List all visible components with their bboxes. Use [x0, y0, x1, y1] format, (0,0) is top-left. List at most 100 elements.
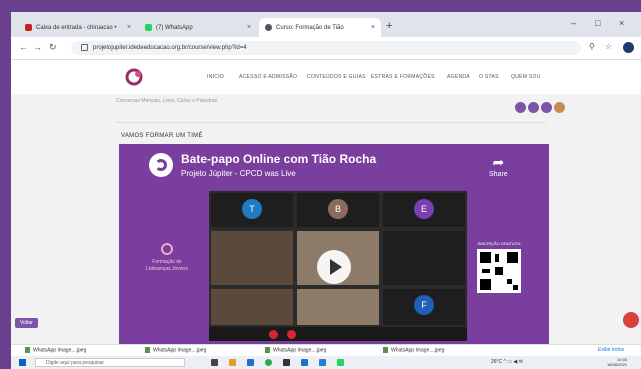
show-all-downloads-link[interactable]: Exibir todos: [598, 347, 624, 353]
forward-arrow-icon[interactable]: →: [33, 42, 42, 52]
mail-icon[interactable]: [301, 359, 308, 366]
tab-course[interactable]: Curso: Formação de Tião ×: [259, 18, 381, 37]
participant-initial: F: [414, 295, 434, 315]
search-placeholder: Digite aqui para pesquisar: [46, 360, 105, 366]
reload-icon[interactable]: ↻: [49, 42, 57, 53]
tab-label: Caixa de entrada - chiruacas •: [36, 24, 117, 31]
course-action-buttons: [515, 102, 565, 113]
participant-tile: E: [383, 193, 465, 227]
close-window-button[interactable]: ×: [619, 18, 624, 28]
camera-off-icon: [287, 330, 296, 339]
image-file-icon: [145, 347, 150, 353]
nav-item-acesso[interactable]: ACESSO E ADMISSÃO: [239, 74, 297, 80]
download-item[interactable]: WhatsApp Image....jpeg: [145, 347, 206, 353]
mic-off-icon: [269, 330, 278, 339]
edge-icon[interactable]: [247, 359, 254, 366]
embedded-video-player[interactable]: Bate-papo Online com Tião Rocha Projeto …: [119, 144, 549, 344]
nav-item-quem-sou[interactable]: QUEM SOU: [511, 74, 541, 80]
taskbar-clock[interactable]: 10:05 18/06/2021: [607, 357, 627, 367]
taskbar-search-box[interactable]: Digite aqui para pesquisar: [35, 358, 185, 367]
system-tray: 26°C ^ ▭ ◀ ✉: [491, 359, 523, 365]
divider: [116, 122, 546, 123]
participant-initial: B: [328, 199, 348, 219]
video-channel-line: Projeto Júpiter - CPCD was Live: [181, 169, 296, 178]
meeting-controls-bar: [209, 327, 467, 341]
maximize-button[interactable]: □: [595, 18, 600, 28]
participant-tile: F: [383, 289, 465, 325]
minimize-button[interactable]: –: [571, 18, 576, 28]
close-tab-icon[interactable]: ×: [127, 24, 131, 31]
share-label: Share: [489, 171, 508, 178]
nav-item-agenda[interactable]: AGENDA: [447, 74, 470, 80]
qr-caption: INSCRIÇÃO GRATUITA: [477, 241, 521, 246]
image-file-icon: [383, 347, 388, 353]
share-icon: ➦: [492, 154, 505, 170]
tab-gmail[interactable]: Caixa de entrada - chiruacas • ×: [19, 18, 137, 37]
participant-camera: [211, 289, 293, 325]
nav-item-conteudos[interactable]: CONTEÚDOS E GUIAS: [307, 74, 366, 80]
action-button[interactable]: [528, 102, 539, 113]
channel-logo-icon[interactable]: [149, 153, 173, 177]
close-tab-icon[interactable]: ×: [371, 24, 375, 31]
nav-item-inicio[interactable]: INÍCIO: [207, 74, 224, 80]
browser-tab-strip: Caixa de entrada - chiruacas • × (7) Wha…: [11, 12, 641, 37]
download-item[interactable]: WhatsApp Image....jpeg: [25, 347, 86, 353]
back-button[interactable]: Voltar: [15, 318, 38, 328]
image-file-icon: [265, 347, 270, 353]
clock-date: 18/06/2021: [607, 362, 628, 367]
whatsapp-icon: [145, 24, 152, 31]
participant-camera: [297, 289, 379, 325]
previous-section-text: Conversas Mensais, Lives, Ciclos e Pales…: [116, 98, 218, 104]
file-explorer-icon[interactable]: [229, 359, 236, 366]
participant-tile: B: [297, 193, 379, 227]
close-tab-icon[interactable]: ×: [247, 24, 251, 31]
help-fab-button[interactable]: [623, 312, 639, 328]
nav-item-stas[interactable]: O STAS: [479, 74, 499, 80]
windows-start-icon[interactable]: [19, 359, 26, 366]
participant-camera: [383, 231, 465, 285]
profile-avatar[interactable]: [623, 42, 634, 53]
download-item[interactable]: WhatsApp Image....jpeg: [383, 347, 444, 353]
participant-initial: T: [242, 199, 262, 219]
play-button[interactable]: [317, 250, 351, 284]
section-title: VAMOS FORMAR UM TIMÉ: [121, 133, 203, 139]
word-icon[interactable]: [319, 359, 326, 366]
qr-code: [477, 249, 521, 293]
chrome-icon[interactable]: [265, 359, 272, 366]
tab-whatsapp[interactable]: (7) WhatsApp ×: [139, 18, 257, 37]
site-logo[interactable]: [119, 66, 149, 88]
share-button[interactable]: ➦ Share: [489, 154, 508, 178]
brand-caption: Formação de Lideranças Jovens: [146, 259, 188, 272]
zoom-icon[interactable]: ⚲: [589, 42, 595, 51]
image-file-icon: [25, 347, 30, 353]
participant-initial: E: [414, 199, 434, 219]
browser-toolbar: ← → ↻ projetojupiter.idedeeducacao.org.b…: [11, 37, 641, 60]
task-view-icon[interactable]: [211, 359, 218, 366]
weather-text: 26°C: [491, 359, 503, 365]
download-item[interactable]: WhatsApp Image....jpeg: [265, 347, 326, 353]
whatsapp-taskbar-icon[interactable]: [337, 359, 344, 366]
new-tab-button[interactable]: +: [386, 20, 392, 32]
nav-item-formacoes[interactable]: ESTRAS E FORMAÇÕES: [371, 74, 435, 80]
action-button[interactable]: [541, 102, 552, 113]
site-favicon-icon: [265, 24, 272, 31]
event-side-brand: Formação de Lideranças Jovens: [141, 242, 193, 273]
gmail-icon: [25, 24, 32, 31]
bookmark-star-icon[interactable]: ☆: [605, 42, 612, 51]
lock-icon: [81, 43, 88, 51]
store-icon[interactable]: [283, 359, 290, 366]
brand-logo: [161, 243, 173, 255]
url-text: projetojupiter.idedeeducacao.org.br/cour…: [93, 45, 247, 51]
back-arrow-icon[interactable]: ←: [19, 42, 28, 52]
windows-taskbar: Digite aqui para pesquisar 26°C ^ ▭ ◀ ✉ …: [11, 356, 641, 369]
address-bar[interactable]: projetojupiter.idedeeducacao.org.br/cour…: [71, 41, 581, 55]
desktop-screen: Caixa de entrada - chiruacas • × (7) Wha…: [11, 12, 641, 369]
course-page: Conversas Mensais, Lives, Ciclos e Pales…: [11, 94, 641, 344]
participant-camera: [211, 231, 293, 285]
user-avatar[interactable]: [554, 102, 565, 113]
site-header: INÍCIO ACESSO E ADMISSÃO CONTEÚDOS E GUI…: [11, 60, 641, 94]
video-title[interactable]: Bate-papo Online com Tião Rocha: [181, 152, 376, 166]
participant-tile: T: [211, 193, 293, 227]
tab-label: (7) WhatsApp: [156, 24, 193, 31]
action-button[interactable]: [515, 102, 526, 113]
